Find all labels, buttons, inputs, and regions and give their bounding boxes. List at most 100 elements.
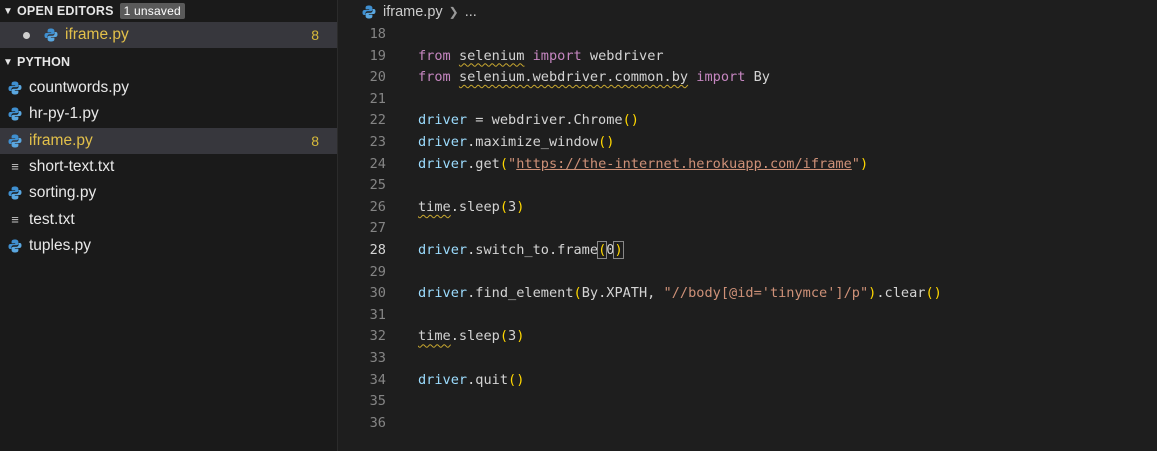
line-number: 26 xyxy=(369,198,386,215)
line-number: 34 xyxy=(369,371,386,388)
code-token: import xyxy=(696,69,746,86)
text-file-icon: ≡ xyxy=(11,212,19,227)
code-text[interactable]: time.sleep(3) xyxy=(418,326,524,347)
code-token: .find_element xyxy=(467,285,574,302)
line-number: 19 xyxy=(369,47,386,64)
line-number: 28 xyxy=(369,242,386,258)
python-icon xyxy=(8,134,22,148)
chevron-down-icon: ▼ xyxy=(3,56,14,68)
code-token: ) xyxy=(516,328,525,345)
open-editors-header[interactable]: ▼ OPEN EDITORS 1 unsaved xyxy=(0,0,338,22)
line-number: 22 xyxy=(369,112,386,129)
file-item[interactable]: sorting.py xyxy=(0,180,337,206)
line-number: 29 xyxy=(369,263,386,280)
code-token: " xyxy=(508,155,517,172)
code-token: () xyxy=(508,371,525,388)
file-item[interactable]: ≡ test.txt xyxy=(0,207,337,233)
line-number: 31 xyxy=(369,306,386,323)
code-token: ) xyxy=(613,241,624,259)
code-token: .clear xyxy=(876,285,926,302)
code-text[interactable]: driver.maximize_window() xyxy=(418,132,614,153)
code-token: webdriver xyxy=(581,47,664,64)
file-item[interactable]: hr-py-1.py xyxy=(0,101,337,127)
line-number: 35 xyxy=(369,393,386,410)
file-item[interactable]: tuples.py xyxy=(0,233,337,259)
code-token: " xyxy=(851,155,860,172)
line-number: 20 xyxy=(369,69,386,86)
code-text[interactable]: driver.quit() xyxy=(418,370,524,391)
code-text[interactable]: driver = webdriver.Chrome() xyxy=(418,110,639,131)
code-token: from xyxy=(418,69,451,86)
code-token: ( xyxy=(499,328,509,345)
code-token: () xyxy=(598,134,615,150)
line-number: 27 xyxy=(369,220,386,237)
chevron-right-icon: ❯ xyxy=(448,5,459,19)
code-text[interactable]: from selenium import webdriver xyxy=(418,46,664,67)
file-item[interactable]: countwords.py xyxy=(0,75,337,101)
breadcrumb[interactable]: iframe.py ❯ ... xyxy=(362,1,477,23)
line-number: 23 xyxy=(369,134,386,150)
breadcrumb-rest[interactable]: ... xyxy=(465,4,477,20)
line-number: 30 xyxy=(369,285,386,302)
code-token: .switch_to.frame xyxy=(467,242,599,258)
file-label: countwords.py xyxy=(29,79,129,96)
code-text[interactable]: time.sleep(3) xyxy=(418,197,524,218)
code-token: ) xyxy=(859,155,869,172)
open-editor-item[interactable]: iframe.py 8 xyxy=(0,22,337,48)
line-number: 33 xyxy=(369,350,386,366)
file-label: test.txt xyxy=(29,210,75,228)
code-token: ( xyxy=(573,285,582,302)
problem-count: 8 xyxy=(311,27,319,43)
python-icon xyxy=(8,107,22,121)
code-token: driver xyxy=(418,155,468,172)
code-token: driver xyxy=(418,371,468,388)
python-icon xyxy=(362,5,376,19)
code-token: "//body[@id='tinymce']/p" xyxy=(663,285,869,302)
python-icon xyxy=(8,186,22,200)
code-token: 3 xyxy=(508,328,517,345)
code-token: driver xyxy=(418,134,468,150)
text-file-icon: ≡ xyxy=(11,159,19,175)
unsaved-dot-icon[interactable] xyxy=(23,31,30,39)
code-token: () xyxy=(622,112,639,129)
breadcrumb-file[interactable]: iframe.py xyxy=(383,4,443,20)
code-token: .maximize_window xyxy=(467,134,599,150)
line-number: 32 xyxy=(369,328,386,345)
explorer-sidebar: ▼ OPEN EDITORS 1 unsaved iframe.py 8 ▼ P… xyxy=(0,0,338,451)
editor-pane[interactable]: iframe.py ❯ ... 18 19 from selenium import… xyxy=(338,0,1157,451)
file-item[interactable]: ≡ short-text.txt xyxy=(0,154,337,180)
code-token: time xyxy=(418,328,451,345)
open-editor-label: iframe.py xyxy=(65,26,129,43)
code-text[interactable]: driver.find_element(By.XPATH, "//body[@i… xyxy=(418,283,942,304)
python-icon xyxy=(8,239,22,253)
code-text[interactable]: driver.switch_to.frame(0) xyxy=(418,240,624,261)
code-token: driver xyxy=(418,285,468,302)
code-token: ( xyxy=(499,198,509,215)
code-token: 3 xyxy=(508,198,517,215)
code-token: https://the-internet.herokuapp.com/ifram… xyxy=(516,155,852,172)
code-text[interactable]: driver.get("https://the-internet.herokua… xyxy=(418,154,868,175)
code-token: ( xyxy=(499,155,509,172)
folder-title: PYTHON xyxy=(17,55,71,69)
code-token: selenium.webdriver.common.by xyxy=(458,69,689,86)
code-token: By xyxy=(745,69,770,86)
code-token: = webdriver.Chrome xyxy=(467,112,623,129)
code-token: .quit xyxy=(467,371,509,388)
folder-header[interactable]: ▼ PYTHON xyxy=(0,51,338,73)
line-number: 25 xyxy=(369,177,386,194)
file-item[interactable]: iframe.py 8 xyxy=(0,127,337,154)
code-token: from xyxy=(418,47,451,64)
code-text[interactable]: from selenium.webdriver.common.by import… xyxy=(418,67,770,88)
code-token: ) xyxy=(516,198,525,215)
file-label: iframe.py xyxy=(29,131,93,149)
code-token: driver xyxy=(418,112,468,129)
code-token: import xyxy=(532,47,582,64)
code-token: time xyxy=(418,198,451,215)
line-number: 36 xyxy=(369,414,386,431)
python-icon xyxy=(44,28,58,42)
code-token: selenium xyxy=(458,47,525,64)
code-token: By.XPATH, xyxy=(581,285,664,302)
